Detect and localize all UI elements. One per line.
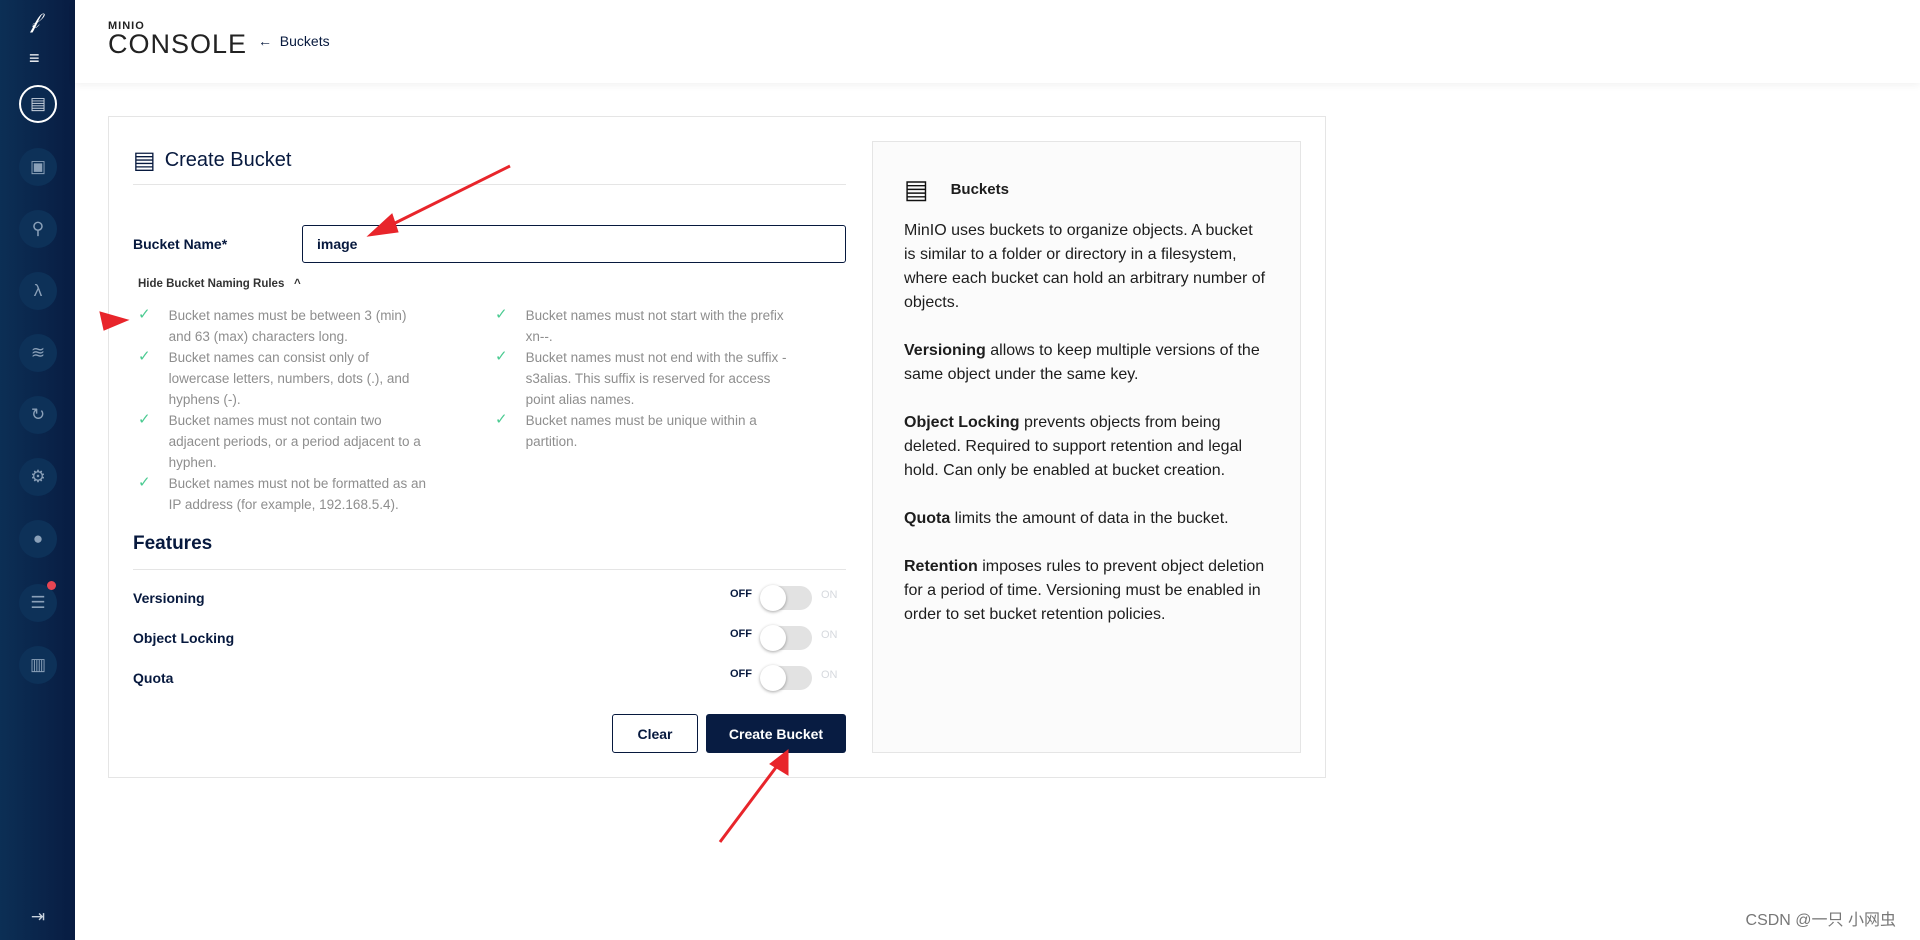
- object-locking-toggle[interactable]: [760, 625, 812, 651]
- on-label: ON: [821, 589, 838, 601]
- logo: MINIO CONSOLE: [108, 20, 248, 59]
- object-locking-label: Object Locking: [133, 630, 235, 646]
- info-paragraph: Versioning allows to keep multiple versi…: [904, 342, 1260, 383]
- versioning-label: Versioning: [133, 590, 205, 606]
- check-icon: ✓: [138, 474, 151, 491]
- check-icon: ✓: [495, 411, 508, 428]
- page-title: ▤ Create Bucket: [133, 147, 292, 174]
- bucket-icon: ▤: [904, 174, 929, 204]
- settings-icon[interactable]: ⚙: [19, 458, 57, 496]
- header: MINIO CONSOLE ← Buckets: [75, 0, 1920, 83]
- rules-right: ✓ Bucket names must not start with the pr…: [495, 305, 796, 452]
- on-label: ON: [821, 629, 838, 641]
- bucket-icon: ▤: [133, 147, 156, 174]
- back-to-buckets-link[interactable]: ← Buckets: [258, 33, 330, 49]
- off-label: OFF: [730, 588, 752, 600]
- health-icon[interactable]: ●: [19, 520, 57, 558]
- minio-bird-icon[interactable]: 𝒻: [30, 8, 40, 34]
- hide-rules-toggle[interactable]: Hide Bucket Naming Rules ^: [138, 278, 301, 290]
- info-paragraph: Object Locking prevents objects from bei…: [904, 414, 1243, 479]
- lambda-icon[interactable]: λ: [19, 272, 57, 310]
- on-label: ON: [821, 669, 838, 681]
- replication-icon[interactable]: ↻: [19, 396, 57, 434]
- buckets-icon[interactable]: ▤: [19, 85, 57, 123]
- info-panel: ▤ Buckets MinIO uses buckets to organize…: [872, 141, 1301, 753]
- bucket-name-input[interactable]: image: [302, 225, 846, 263]
- create-bucket-button[interactable]: Create Bucket: [706, 714, 846, 753]
- quota-label: Quota: [133, 670, 174, 686]
- logout-icon[interactable]: ⇥: [19, 898, 57, 936]
- rules-left: ✓ Bucket names must be between 3 (min) an…: [138, 305, 429, 515]
- documentation-icon[interactable]: ▥: [19, 646, 57, 684]
- identity-icon[interactable]: ▣: [19, 148, 57, 186]
- bucket-name-label: Bucket Name*: [133, 236, 228, 252]
- sidebar: 𝒻 ≡ ▤ ▣ ⚲ λ ≋ ↻ ⚙ ● ☰ ▥ ⇥: [0, 0, 75, 940]
- info-paragraph: Retention imposes rules to prevent objec…: [904, 558, 1265, 623]
- info-paragraph: MinIO uses buckets to organize objects. …: [904, 222, 1266, 311]
- watermark: CSDN @一只 小网虫: [1745, 912, 1896, 929]
- info-paragraph: Quota limits the amount of data in the b…: [904, 510, 1229, 527]
- check-icon: ✓: [495, 306, 508, 323]
- features-heading: Features: [133, 533, 213, 554]
- off-label: OFF: [730, 628, 752, 640]
- menu-icon[interactable]: ≡: [29, 48, 40, 69]
- arrow-left-icon: ←: [258, 33, 280, 49]
- check-icon: ✓: [138, 306, 151, 323]
- tiers-icon[interactable]: ≋: [19, 334, 57, 372]
- chevron-up-icon: ^: [293, 278, 301, 290]
- divider: [133, 184, 846, 185]
- monitoring-icon[interactable]: ⚲: [19, 210, 57, 248]
- check-icon: ✓: [138, 348, 151, 365]
- check-icon: ✓: [495, 348, 508, 365]
- off-label: OFF: [730, 668, 752, 680]
- divider: [133, 569, 846, 570]
- notification-badge: [47, 581, 56, 590]
- versioning-toggle[interactable]: [760, 585, 812, 611]
- clear-button[interactable]: Clear: [612, 714, 698, 753]
- check-icon: ✓: [138, 411, 151, 428]
- quota-toggle[interactable]: [760, 665, 812, 691]
